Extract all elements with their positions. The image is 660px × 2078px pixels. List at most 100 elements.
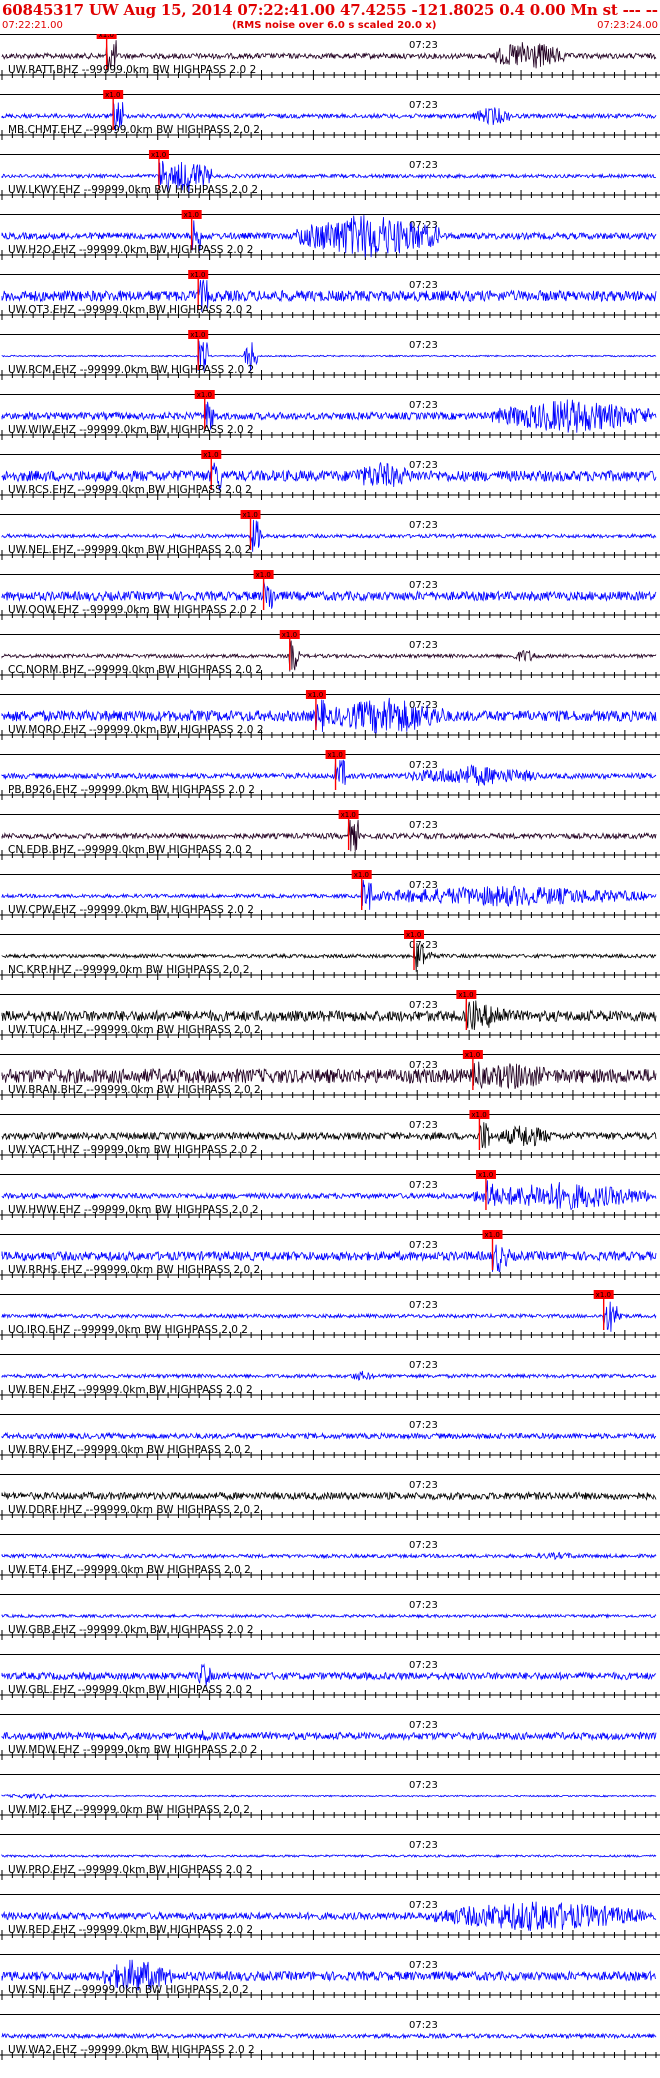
minute-label: 07:23 [409,520,438,531]
station-label: UW.WIW.EHZ --99999.0km BW HIGHPASS 2.0 2 [8,424,254,436]
station-label: UW.YACT.HHZ --99999.0km BW HIGHPASS 2.0 … [8,1144,257,1156]
pick-label: x1.0 [478,1171,493,1179]
station-label: UW.BRV.EHZ --99999.0km BW HIGHPASS 2.0 2 [8,1444,251,1456]
station-panel: 07:23 UW.GBL.EHZ --99999.0km BW HIGHPASS … [0,1654,660,1700]
waveform [1,1551,657,1561]
pick-label: x1.0 [105,91,120,99]
end-time-label: 07:23:24.00 [597,20,658,31]
pick-label: x1.0 [243,511,258,519]
station-panel: 07:23 UW.MJ2.EHZ --99999.0km BW HIGHPASS … [0,1774,660,1820]
station-panel: 07:23 x1.0 UW.RCM.EHZ --99999.0km BW HIGHP… [0,330,660,380]
minute-label: 07:23 [409,460,438,471]
station-label: NC.KRP.HHZ --99999.0km BW HIGHPASS 2.0 2 [8,964,250,976]
station-label: UW.H2O.EHZ --99999.0km BW HIGHPASS 2.0 2 [8,244,253,256]
station-panel: 07:23 x1.0 UW.H2O.EHZ --99999.0km BW HIGHP… [0,210,660,260]
waveform [1,759,657,786]
station-label: UW.SNI.EHZ --99999.0km BW HIGHPASS 2.0 2 [8,1984,249,1996]
waveform [1,1730,657,1742]
station-panel: 07:23 UW.DDRF.HHZ --99999.0km BW HIGHPASS… [0,1474,660,1520]
station-panel: 07:23 UW.BRV.EHZ --99999.0km BW HIGHPASS … [0,1414,660,1460]
station-label: UW.NEL.EHZ --99999.0km BW HIGHPASS 2.0 2 [8,544,251,556]
pick-label: x1.0 [256,571,271,579]
minute-label: 07:23 [409,1720,438,1731]
station-panel: 07:23 x1.0 MB.CHMT.EHZ --99999.0km BW HIGH… [0,90,660,140]
pick-label: x1.0 [184,211,199,219]
station-label: UW.ET4.EHZ --99999.0km BW HIGHPASS 2.0 2 [8,1564,251,1576]
station-label: UW.RED.EHZ --99999.0km BW HIGHPASS 2.0 2 [8,1924,253,1936]
minute-label: 07:23 [409,1600,438,1611]
minute-label: 07:23 [409,1420,438,1431]
minute-label: 07:23 [409,880,438,891]
station-label: UW.WA2.EHZ --99999.0km BW HIGHPASS 2.0 2 [8,2044,255,2056]
pick-label: x1.0 [406,931,421,939]
station-panel: 07:23 UW.RED.EHZ --99999.0km BW HIGHPASS … [0,1894,660,1940]
station-panel: 07:23 x1.0 UW.CPW.EHZ --99999.0km BW HIGHP… [0,870,660,920]
minute-label: 07:23 [409,1300,438,1311]
station-label: UW.CPW.EHZ --99999.0km BW HIGHPASS 2.0 2 [8,904,254,916]
minute-label: 07:23 [409,1540,438,1551]
pick-label: x1.0 [328,751,343,759]
minute-label: 07:23 [409,40,438,51]
station-panel: 07:23 UW.ET4.EHZ --99999.0km BW HIGHPASS … [0,1534,660,1580]
station-panel: 07:23 UW.PRO.EHZ --99999.0km BW HIGHPASS … [0,1834,660,1880]
station-label: CN.EDB.BHZ --99999.0km BW HIGHPASS 2.0 2 [8,844,252,856]
minute-label: 07:23 [409,820,438,831]
station-panel: 07:23 x1.0 UW.NEL.EHZ --99999.0km BW HIGHP… [0,510,660,560]
pick-label: x1.0 [485,1231,500,1239]
station-panel: 07:23 x1.0 UW.TUCA.HHZ --99999.0km BW HIGH… [0,990,660,1040]
station-label: UW.OOW.EHZ --99999.0km BW HIGHPASS 2.0 2 [8,604,257,616]
station-panel: 07:23 x1.0 UW.OT3.EHZ --99999.0km BW HIGHP… [0,270,660,320]
station-panel: 07:23 UW.SNI.EHZ --99999.0km BW HIGHPASS … [0,1954,660,2000]
minute-label: 07:23 [409,1780,438,1791]
station-label: MB.CHMT.EHZ --99999.0km BW HIGHPASS 2.0 … [8,124,260,136]
pick-label: x1.0 [190,331,205,339]
pick-label: x1.0 [354,871,369,879]
station-label: CC.NORM.BHZ --99999.0km BW HIGHPASS 2.0 … [8,664,262,676]
waveform [1,1853,657,1859]
station-panel: 07:23 UW.WA2.EHZ --99999.0km BW HIGHPASS … [0,2014,660,2060]
pick-label: x1.0 [596,1291,611,1299]
station-label: UW.HWW.EHZ --99999.0km BW HIGHPASS 2.0 2 [8,1204,259,1216]
record-header: 60845317 UW Aug 15, 2014 07:22:41.00 47.… [0,0,660,34]
minute-label: 07:23 [409,1180,438,1191]
seismogram-plot: 07:23 x1.0 UW.RATT.BHZ --99999.0km BW HIGH… [0,34,660,2060]
station-panel: 07:23 x1.0 UW.HWW.EHZ --99999.0km BW HIGHP… [0,1170,660,1220]
station-panel: 07:23 x1.0 UO.IRO.EHZ --99999.0km BW HIGHP… [0,1290,660,1340]
station-panel: 07:23 x1.0 UW.RCS.EHZ --99999.0km BW HIGHP… [0,450,660,500]
pick-label: x1.0 [197,391,212,399]
station-panel: 07:23 x1.0 PB.B926.EHZ --99999.0km BW HIGH… [0,750,660,800]
minute-label: 07:23 [409,1240,438,1251]
minute-label: 07:23 [409,1120,438,1131]
minute-label: 07:23 [409,100,438,111]
minute-label: 07:23 [409,280,438,291]
waveform [1,1663,657,1687]
waveform [1,2032,657,2040]
station-label: UW.GBB.EHZ --99999.0km BW HIGHPASS 2.0 2 [8,1624,254,1636]
station-panel: 07:23 x1.0 UW.BRAN.BHZ --99999.0km BW HIGH… [0,1050,660,1100]
station-panel: 07:23 UW.MDW.EHZ --99999.0km BW HIGHPASS … [0,1714,660,1760]
pick-label: x1.0 [151,151,166,159]
station-label: UW.RCM.EHZ --99999.0km BW HIGHPASS 2.0 2 [8,364,254,376]
station-label: UW.GBL.EHZ --99999.0km BW HIGHPASS 2.0 2 [8,1684,252,1696]
pick-label: x1.0 [190,271,205,279]
station-label: UO.IRO.EHZ --99999.0km BW HIGHPASS 2.0 2 [8,1324,248,1336]
waveform [1,1490,657,1501]
pick-label: x1.0 [458,991,473,999]
minute-label: 07:23 [409,1900,438,1911]
minute-label: 07:23 [409,1060,438,1071]
waveform [1,1613,657,1619]
minute-label: 07:23 [409,1000,438,1011]
station-label: UW.BEN.EHZ --99999.0km BW HIGHPASS 2.0 2 [8,1384,253,1396]
waveform [1,1370,657,1381]
station-label: UW.DDRF.HHZ --99999.0km BW HIGHPASS 2.0 … [8,1504,260,1516]
start-time-label: 07:22:21.00 [2,20,63,31]
minute-label: 07:23 [409,160,438,171]
station-panel: 07:23 x1.0 CC.NORM.BHZ --99999.0km BW HIGH… [0,630,660,680]
station-label: UW.OT3.EHZ --99999.0km BW HIGHPASS 2.0 2 [8,304,252,316]
waveform [1,1431,657,1441]
station-panel: 07:23 x1.0 UW.YACT.HHZ --99999.0km BW HIGH… [0,1110,660,1160]
station-label: UW.BRAN.BHZ --99999.0km BW HIGHPASS 2.0 … [8,1084,261,1096]
station-panel: 07:23x1.0NC.KRP.HHZ --99999.0km BW HIGHP… [0,930,660,980]
station-label: UW.MJ2.EHZ --99999.0km BW HIGHPASS 2.0 2 [8,1804,250,1816]
minute-label: 07:23 [409,220,438,231]
